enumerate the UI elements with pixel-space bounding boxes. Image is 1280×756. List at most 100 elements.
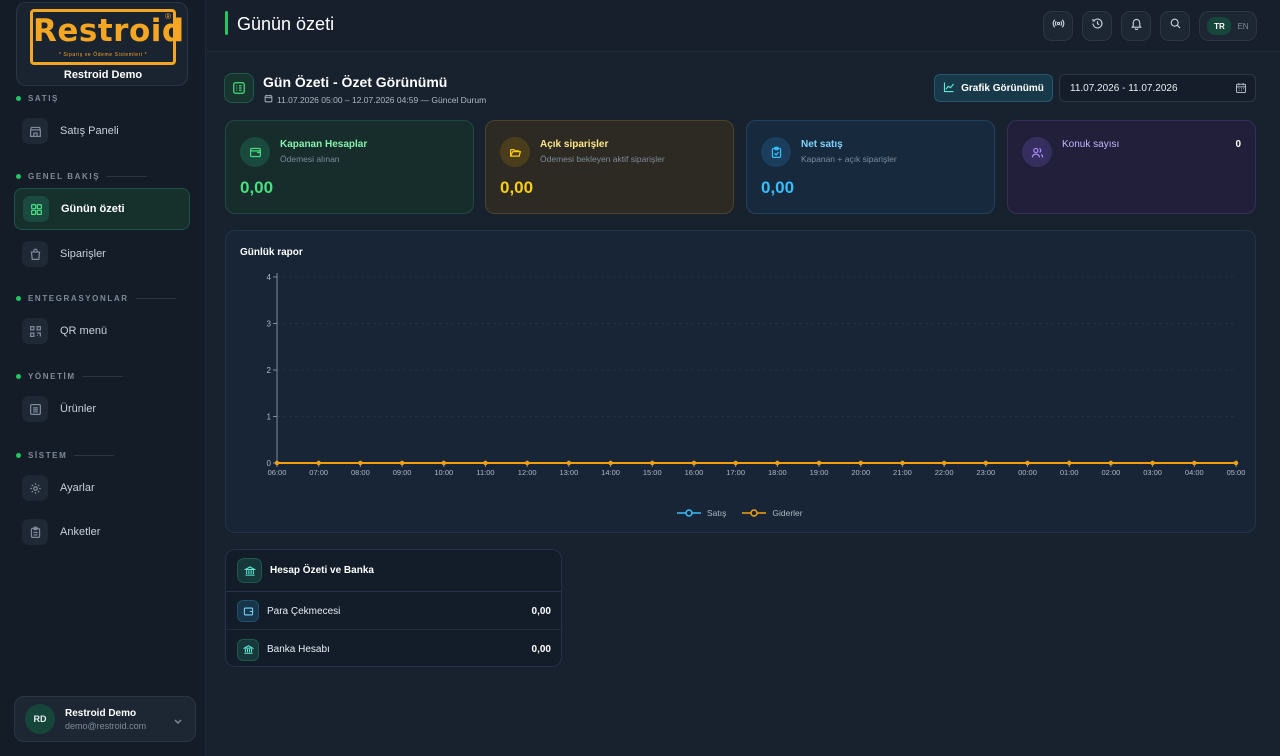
x-tick-label: 20:00 [851,468,870,477]
bank-row-value: 0,00 [531,605,551,617]
stat-value: 0,00 [240,178,274,197]
title-accent [225,11,228,35]
x-tick-label: 21:00 [893,468,912,477]
stat-title: Açık siparişler [540,139,609,150]
clipboard-icon [22,519,48,545]
data-point [483,460,488,466]
x-tick-label: 16:00 [685,468,704,477]
chart-view-button[interactable]: Grafik Görünümü [934,74,1053,102]
user-email: demo@restroid.com [65,720,147,731]
x-tick-label: 04:00 [1185,468,1204,477]
notifications-button[interactable] [1121,11,1151,41]
data-point [775,460,780,466]
lang-en[interactable]: EN [1237,22,1248,31]
stat-subtitle: Ödemesi alınan [280,154,340,164]
sidebar-item-satis-paneli[interactable]: Satış Paneli [14,110,190,152]
x-tick-label: 12:00 [518,468,537,477]
x-tick-label: 18:00 [768,468,787,477]
history-icon [1091,17,1104,35]
history-button[interactable] [1082,11,1112,41]
chart-title: Günlük rapor [240,247,303,258]
data-point [399,460,405,466]
data-point [1108,460,1114,466]
gear-icon [22,475,48,501]
data-point [1233,460,1239,466]
stat-card-net-sales[interactable]: Net satış Kapanan + açık siparişler 0,00 [746,120,995,214]
bank-row-label: Banka Hesabı [267,644,330,655]
sidebar-item-gunun-ozeti[interactable]: Günün özeti [14,188,190,230]
grid-icon [23,196,49,222]
x-tick-label: 10:00 [434,468,453,477]
data-point [1192,460,1197,466]
data-point [608,460,613,466]
top-bar: Günün özeti TR EN [207,0,1280,52]
sidebar-item-siparisler[interactable]: Siparişler [14,233,190,275]
account-bank-summary: Hesap Özeti ve Banka Para Çekmecesi 0,00… [225,549,562,667]
data-point [441,460,446,466]
brand-card[interactable]: Restroid ® * Sipariş ve Ödeme Sistemleri… [16,2,188,86]
y-tick-label: 1 [267,413,272,422]
clipboard-check-icon [761,137,791,167]
chevron-down-icon [173,713,183,731]
stat-card-open-orders[interactable]: Açık siparişler Ödemesi bekleyen aktif s… [485,120,734,214]
x-tick-label: 08:00 [351,468,370,477]
section-title-entegrasyonlar: ENTEGRASYONLAR [16,294,176,303]
y-tick-label: 4 [267,273,272,282]
y-tick-label: 2 [267,366,272,375]
bag-icon [22,241,48,267]
data-point [1150,460,1155,466]
stat-title: Kapanan Hesaplar [280,139,368,150]
user-name: Restroid Demo [65,707,137,719]
sidebar-item-anketler[interactable]: Anketler [14,511,190,553]
stat-subtitle: Ödemesi bekleyen aktif siparişler [540,154,665,164]
y-tick-label: 0 [267,459,272,468]
bank-row-value: 0,00 [531,644,551,655]
broadcast-button[interactable] [1043,11,1073,41]
bank-icon [237,558,262,583]
company-name: Restroid Demo [63,69,143,81]
data-point [858,460,863,466]
legend-item-giderler[interactable]: Giderler [742,508,803,518]
x-tick-label: 01:00 [1060,468,1079,477]
search-button[interactable] [1160,11,1190,41]
sidebar-item-label: QR menü [60,325,108,337]
user-menu[interactable]: RD Restroid Demo demo@restroid.com [14,696,196,742]
sidebar-item-label: Satış Paneli [60,125,119,137]
users-icon [1022,137,1052,167]
logo-tagline: * Sipariş ve Ödeme Sistemleri * [58,52,148,58]
calendar-icon[interactable] [1235,82,1247,97]
sidebar-item-urunler[interactable]: Ürünler [14,388,190,430]
lang-tr[interactable]: TR [1207,17,1232,35]
sidebar: Restroid ® * Sipariş ve Ödeme Sistemleri… [0,0,206,756]
bell-icon [1130,17,1143,35]
date-range-input[interactable]: 11.07.2026 - 11.07.2026 [1059,74,1256,102]
x-tick-label: 06:00 [268,468,287,477]
bank-row-cash-drawer[interactable]: Para Çekmecesi 0,00 [226,593,561,630]
x-tick-label: 23:00 [976,468,995,477]
stat-card-closed-accounts[interactable]: Kapanan Hesaplar Ödemesi alınan 0,00 [225,120,474,214]
section-title-sistem: SİSTEM [16,451,115,460]
y-tick-label: 3 [267,320,272,329]
section-title-satis: SATIŞ [16,94,59,103]
logo-registered-mark: ® [165,12,171,21]
stat-value: 0,00 [761,178,795,197]
legend-item-satis[interactable]: Satış [677,508,726,518]
sidebar-item-ayarlar[interactable]: Ayarlar [14,467,190,509]
data-point [733,460,738,466]
data-point [274,460,280,466]
sidebar-item-label: Siparişler [60,248,106,260]
sidebar-item-label: Ürünler [60,403,97,415]
data-point [941,460,947,466]
data-point [316,460,321,466]
x-tick-label: 13:00 [559,468,578,477]
stat-card-guest-count[interactable]: Konuk sayısı 0 [1007,120,1256,214]
language-switch[interactable]: TR EN [1199,11,1257,41]
sidebar-item-qr-menu[interactable]: QR menü [14,310,190,352]
data-point [1025,460,1030,466]
daily-report-chart: 0 1 2 3 4 06:00 07:00 08:00 09:00 10:00 11:00 12:00… [225,230,1256,533]
x-tick-label: 07:00 [309,468,328,477]
x-tick-label: 00:00 [1018,468,1037,477]
list-icon [22,396,48,422]
summary-icon [224,73,254,103]
bank-row-bank-account[interactable]: Banka Hesabı 0,00 [226,631,561,666]
